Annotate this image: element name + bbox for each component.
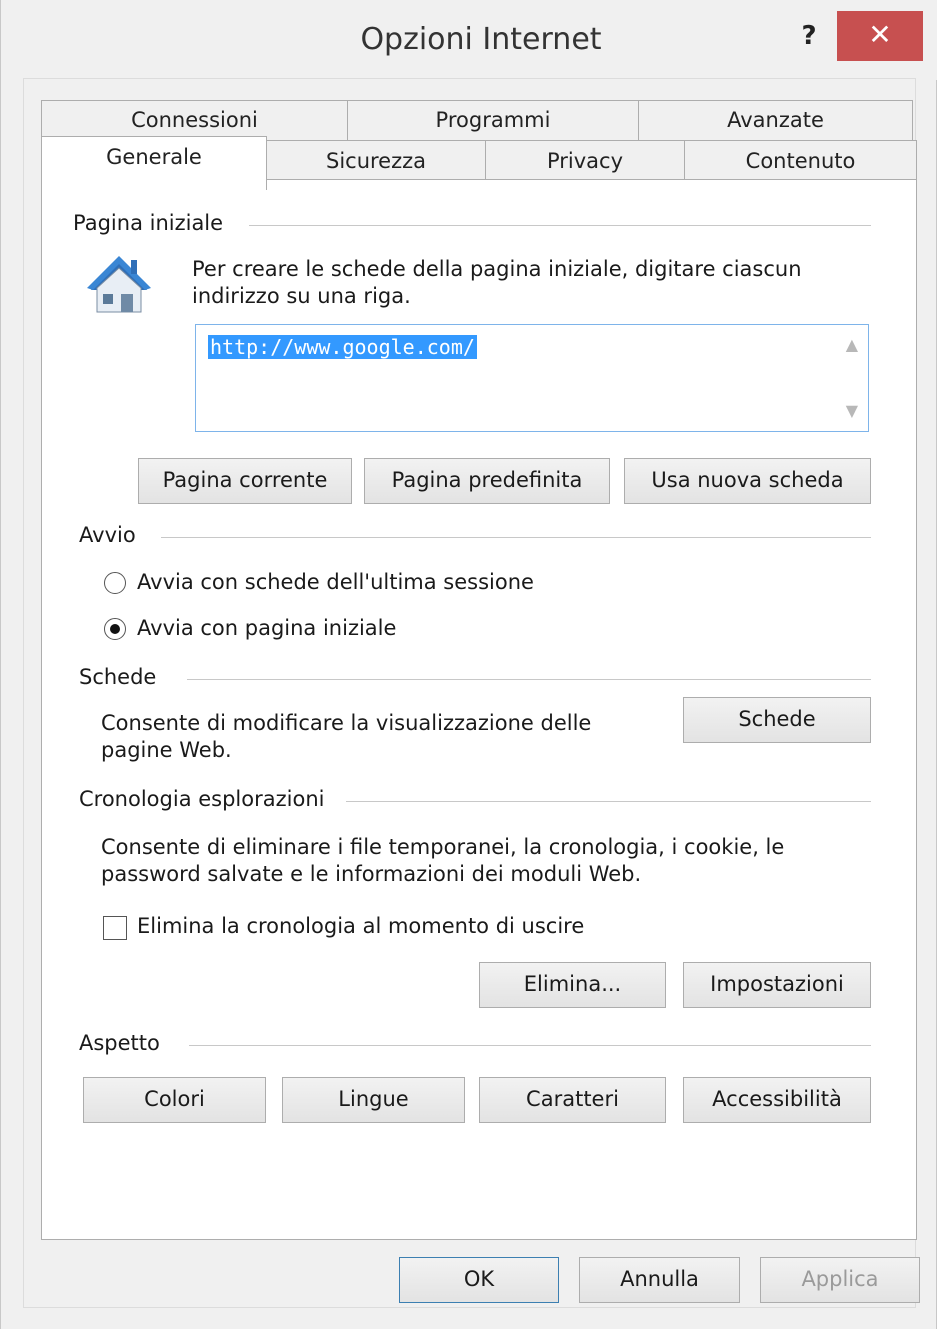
delete-button[interactable]: Elimina... (479, 962, 666, 1008)
group-divider (249, 225, 871, 226)
radio-home-page-label[interactable]: Avvia con pagina iniziale (137, 616, 396, 640)
home-page-description: Per creare le schede della pagina inizia… (192, 257, 802, 308)
delete-history-on-exit-label[interactable]: Elimina la cronologia al momento di usci… (137, 914, 584, 938)
default-page-button[interactable]: Pagina predefinita (364, 458, 610, 504)
delete-history-on-exit-checkbox[interactable] (103, 916, 127, 940)
use-new-tab-button[interactable]: Usa nuova scheda (624, 458, 871, 504)
apply-button[interactable]: Applica (760, 1257, 920, 1303)
history-settings-button[interactable]: Impostazioni (683, 962, 871, 1008)
appearance-group-label: Aspetto (79, 1031, 160, 1055)
tabs-description: Consente di modificare la visualizzazion… (101, 711, 592, 762)
internet-options-dialog: Opzioni Internet ? ✕ Connessioni Program… (0, 0, 937, 1329)
cancel-button[interactable]: Annulla (579, 1257, 740, 1303)
scroll-down-icon[interactable]: ▼ (846, 401, 858, 420)
home-page-group-label: Pagina iniziale (73, 211, 224, 235)
ok-button[interactable]: OK (399, 1257, 559, 1303)
house-icon (87, 256, 151, 313)
group-divider (189, 1045, 871, 1046)
fonts-button[interactable]: Caratteri (479, 1077, 666, 1123)
tabs-settings-button[interactable]: Schede (683, 697, 871, 743)
startup-group-label: Avvio (79, 523, 136, 547)
radio-last-session-label[interactable]: Avvia con schede dell'ultima sessione (137, 570, 534, 594)
home-page-url-textarea[interactable]: http://www.google.com/ ▲ ▼ (195, 324, 869, 432)
current-page-button[interactable]: Pagina corrente (138, 458, 352, 504)
history-description: Consente di eliminare i file temporanei,… (101, 835, 785, 886)
url-value: http://www.google.com/ (208, 335, 477, 359)
panel-content: Pagina iniziale Per creare le schede del… (1, 0, 937, 1329)
group-divider (161, 537, 871, 538)
radio-last-session[interactable] (104, 572, 126, 594)
accessibility-button[interactable]: Accessibilità (683, 1077, 871, 1123)
scroll-up-icon[interactable]: ▲ (846, 335, 858, 354)
history-group-label: Cronologia esplorazioni (79, 787, 325, 811)
languages-button[interactable]: Lingue (282, 1077, 465, 1123)
radio-home-page[interactable] (104, 618, 126, 640)
tabs-group-label: Schede (79, 665, 157, 689)
group-divider (346, 801, 871, 802)
group-divider (187, 679, 871, 680)
colors-button[interactable]: Colori (83, 1077, 266, 1123)
